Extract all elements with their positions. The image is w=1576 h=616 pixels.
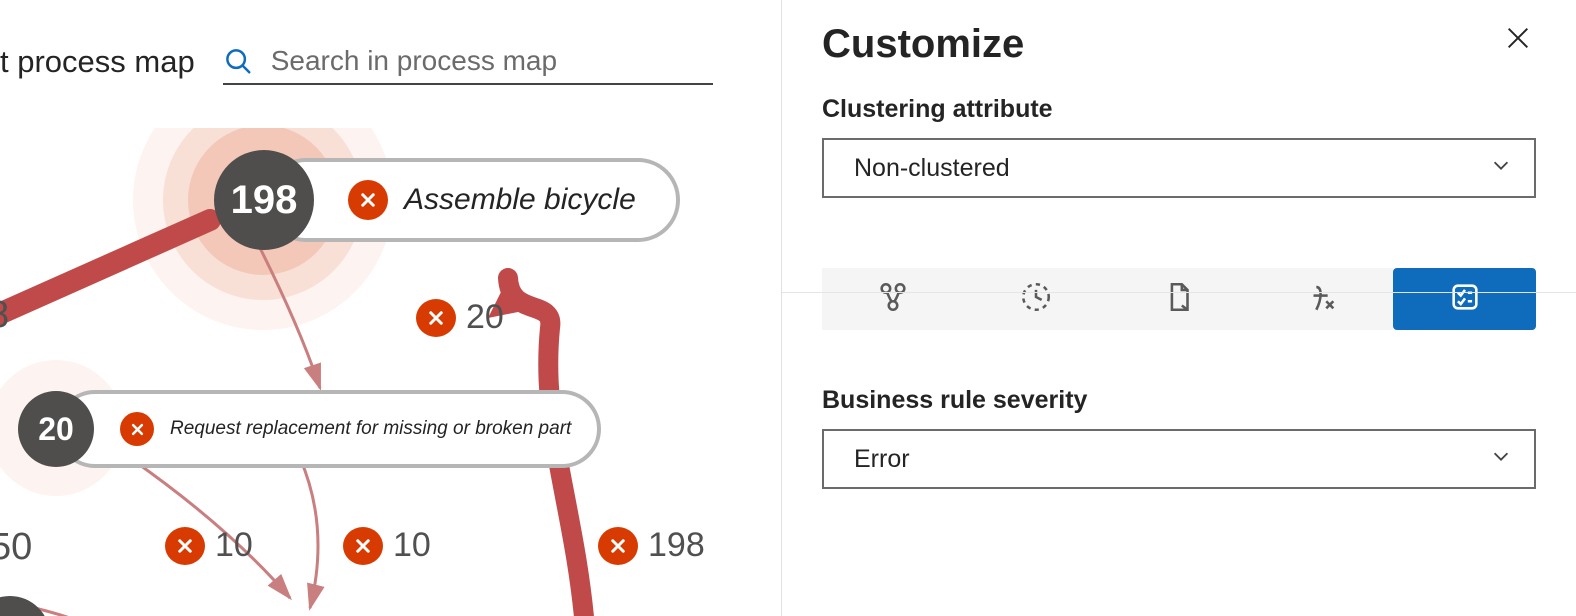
edge-label: 20	[416, 298, 504, 337]
process-map-pane: t process map	[0, 0, 782, 616]
process-map-topbar: t process map	[0, 0, 781, 100]
clustering-attribute-label: Clustering attribute	[822, 95, 1536, 124]
tab-formula[interactable]	[1250, 268, 1393, 330]
activity-label: Assemble bicycle	[404, 183, 636, 217]
edge-value: 10	[393, 526, 431, 565]
edge-value: 198	[648, 526, 705, 565]
panel-title: Customize	[822, 22, 1024, 67]
activity-count-badge: 20	[18, 391, 94, 467]
search-field[interactable]	[223, 39, 713, 85]
error-icon	[348, 180, 388, 220]
close-button[interactable]	[1500, 22, 1536, 58]
chevron-down-icon	[1490, 445, 1512, 474]
activity-node-assemble-bicycle[interactable]: 198 Assemble bicycle	[264, 158, 680, 242]
edge-label: 10	[165, 526, 253, 565]
edge-label: 10	[343, 526, 431, 565]
chevron-down-icon	[1490, 154, 1512, 183]
select-value: Error	[854, 445, 910, 474]
clock-icon	[1019, 280, 1053, 319]
edge-label: 8	[0, 294, 9, 337]
edge-label: 50	[0, 526, 32, 569]
activity-label: Request replacement for missing or broke…	[170, 418, 571, 440]
tab-hierarchy[interactable]	[822, 268, 965, 330]
error-icon	[343, 527, 383, 565]
formula-icon	[1305, 280, 1339, 319]
tab-time[interactable]	[965, 268, 1108, 330]
error-icon	[416, 299, 456, 337]
clustering-attribute-select[interactable]: Non-clustered	[822, 138, 1536, 198]
error-icon	[120, 412, 154, 446]
error-icon	[165, 527, 205, 565]
select-value: Non-clustered	[854, 154, 1010, 183]
error-icon	[598, 527, 638, 565]
panel-divider	[782, 292, 1576, 293]
customize-panel: Customize Clustering attribute Non-clust…	[782, 0, 1576, 616]
checklist-icon	[1448, 280, 1482, 319]
page-icon	[1162, 280, 1196, 319]
edge-label: 198	[598, 526, 705, 565]
process-map-canvas[interactable]: 198 Assemble bicycle 20 Request replacem…	[0, 128, 781, 616]
search-input[interactable]	[271, 45, 713, 77]
metric-tabbar	[822, 268, 1536, 330]
search-icon	[223, 46, 253, 76]
edge-value: 50	[0, 526, 32, 569]
page-title-fragment: t process map	[0, 44, 195, 80]
business-rule-severity-select[interactable]: Error	[822, 429, 1536, 489]
business-rule-severity-label: Business rule severity	[822, 386, 1536, 415]
activity-count-badge: 198	[214, 150, 314, 250]
hierarchy-icon	[876, 280, 910, 319]
tab-page[interactable]	[1108, 268, 1251, 330]
edge-value: 10	[215, 526, 253, 565]
edge-value: 8	[0, 294, 9, 337]
tab-rules[interactable]	[1393, 268, 1536, 330]
activity-node-request-replacement[interactable]: 20 Request replacement for missing or br…	[56, 390, 601, 468]
edge-value: 20	[466, 298, 504, 337]
close-icon	[1504, 24, 1532, 57]
